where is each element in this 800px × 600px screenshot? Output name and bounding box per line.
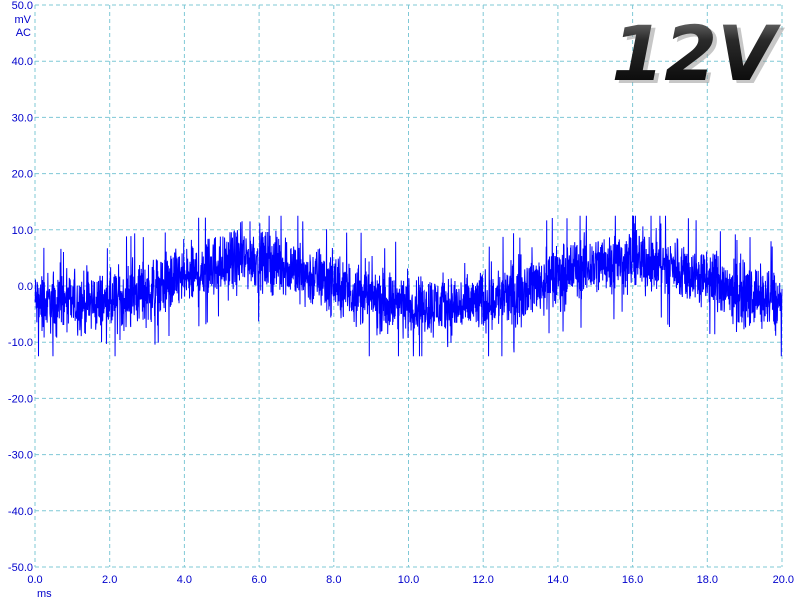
voltage-badge-text: 12V [611,9,781,98]
y-tick-label: -50.0 [8,562,33,574]
x-axis-ticks: 0.0 2.0 4.0 6.0 8.0 10.0 12.0 14.0 16.0 18.0 20.0 [27,574,794,586]
x-tick-label: 10.0 [398,574,419,586]
y-tick-label: -40.0 [8,506,33,518]
y-tick-label: 10.0 [12,225,33,237]
y-tick-label: -10.0 [8,337,33,349]
x-tick-label: 6.0 [251,574,266,586]
x-tick-label: 18.0 [697,574,718,586]
y-tick-label: -20.0 [8,393,33,405]
y-tick-label: 0.0 [18,281,33,293]
x-tick-label: 4.0 [177,574,192,586]
oscilloscope-chart: 50.0 40.0 30.0 20.0 10.0 0.0 -10.0 -20.0 -30.0 -4… [8,0,794,600]
x-tick-label: 20.0 [773,574,794,586]
x-tick-label: 14.0 [547,574,568,586]
y-tick-label: 40.0 [12,56,33,68]
x-tick-label: 8.0 [326,574,341,586]
voltage-badge: 12V 12V [611,9,785,101]
x-tick-label: 16.0 [622,574,643,586]
y-unit-label: mV [15,14,32,26]
x-tick-label: 0.0 [27,574,42,586]
x-unit-label: ms [37,588,52,600]
y-tick-label: 50.0 [12,0,33,12]
x-tick-label: 12.0 [472,574,493,586]
y-tick-label: 20.0 [12,169,33,181]
coupling-label: AC [16,27,31,39]
y-tick-label: -30.0 [8,450,33,462]
y-axis-ticks: 50.0 40.0 30.0 20.0 10.0 0.0 -10.0 -20.0 -30.0 -4… [8,0,33,574]
x-tick-label: 2.0 [102,574,117,586]
y-tick-label: 30.0 [12,112,33,124]
